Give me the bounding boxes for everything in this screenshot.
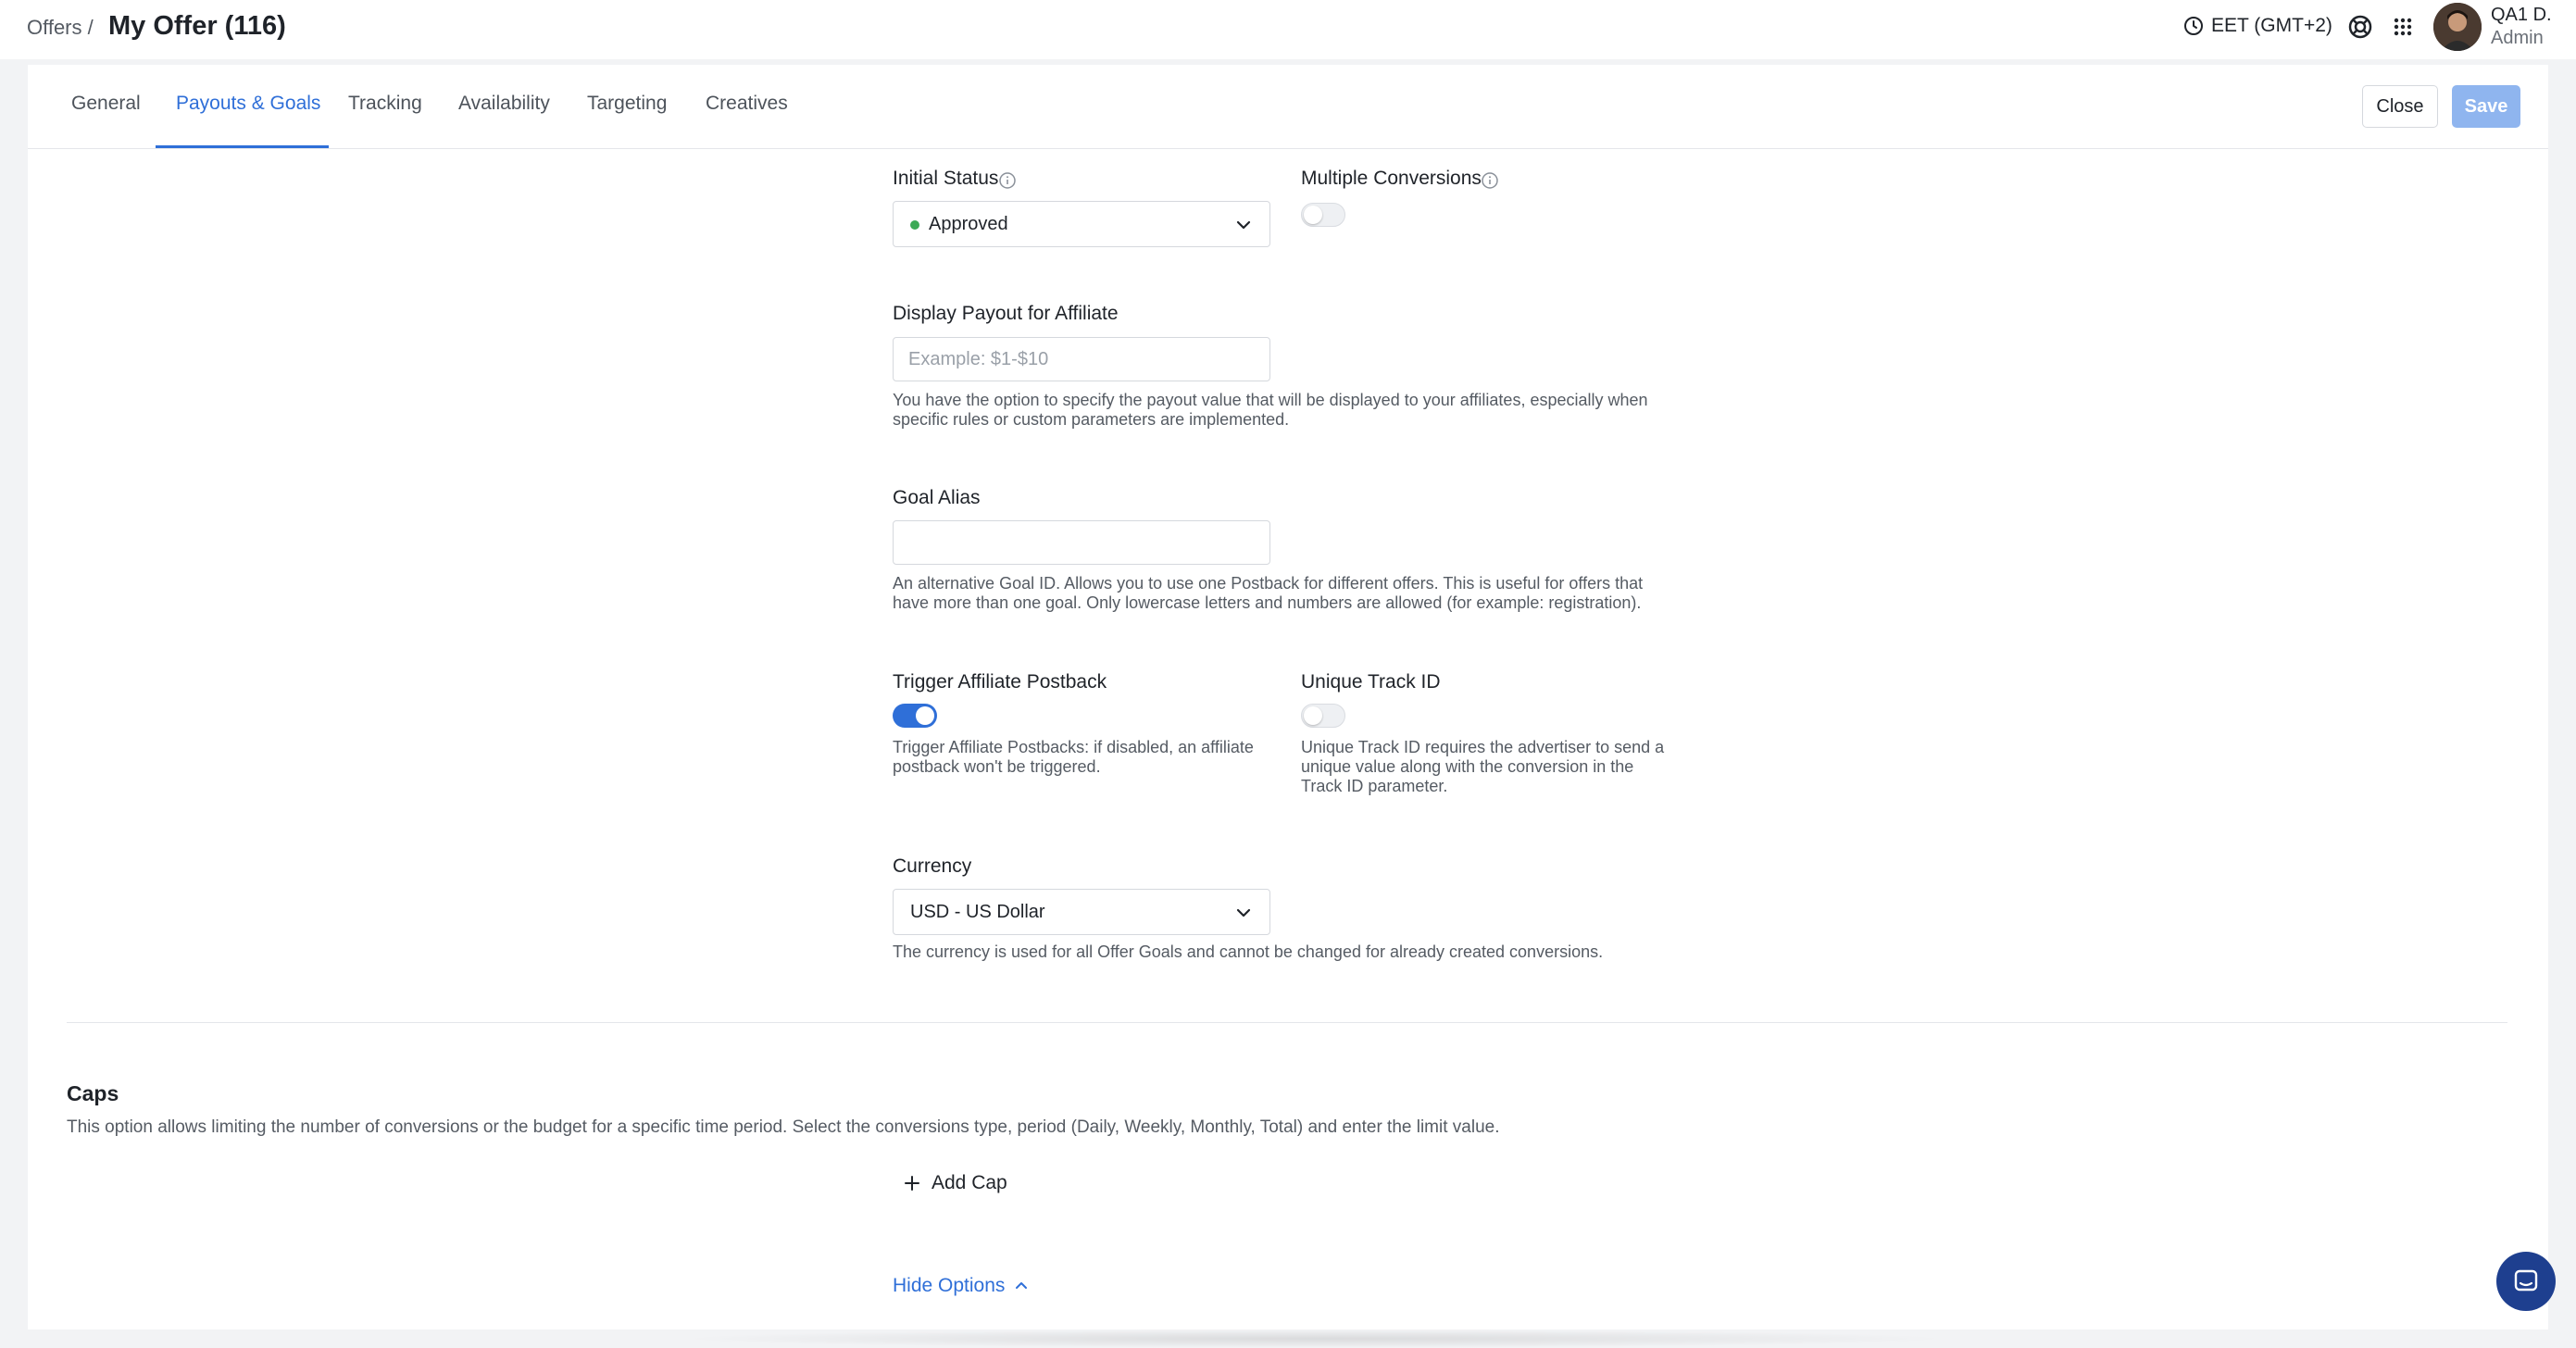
user-role: Admin (2491, 28, 2544, 48)
tab-payouts-goals[interactable]: Payouts & Goals (176, 93, 320, 115)
chevron-down-icon (1236, 220, 1251, 230)
sticky-footer-shadow (676, 1329, 1954, 1348)
add-cap-label: Add Cap (932, 1172, 1007, 1193)
timezone-selector[interactable]: EET (GMT+2) (2183, 15, 2332, 37)
clock-icon (2184, 17, 2203, 35)
info-icon[interactable] (1481, 171, 1499, 190)
currency-value: USD - US Dollar (910, 902, 1045, 922)
help-text-line: An alternative Goal ID. Allows you to us… (893, 574, 1644, 593)
toggle-knob (1304, 706, 1322, 725)
offer-edit-card: General Payouts & Goals Tracking Availab… (28, 65, 2548, 1348)
goal-alias-help: An alternative Goal ID. Allows you to us… (893, 574, 1643, 613)
avatar[interactable] (2433, 3, 2482, 51)
initial-status-select[interactable]: Approved (893, 201, 1270, 247)
status-dot-icon (910, 220, 919, 230)
active-tab-indicator (156, 145, 329, 148)
multiple-conversions-toggle[interactable] (1301, 203, 1345, 227)
display-payout-placeholder: Example: $1-$10 (908, 349, 1049, 369)
tab-availability[interactable]: Availability (458, 93, 550, 115)
display-payout-input[interactable]: Example: $1-$10 (893, 337, 1270, 381)
initial-status-label: Initial Status (893, 168, 999, 189)
tab-tracking[interactable]: Tracking (348, 93, 422, 115)
unique-track-id-label: Unique Track ID (1301, 671, 1441, 693)
tab-general[interactable]: General (71, 93, 141, 115)
display-payout-label: Display Payout for Affiliate (893, 303, 1119, 324)
save-button[interactable]: Save (2452, 85, 2520, 128)
user-name: QA1 D. (2491, 5, 2552, 25)
plus-icon (905, 1176, 919, 1191)
help-text-line: Unique Track ID requires the advertiser … (1301, 738, 1665, 756)
help-text-line: postback won't be triggered. (893, 757, 1101, 776)
info-icon[interactable] (998, 171, 1017, 190)
currency-label: Currency (893, 855, 972, 877)
tab-bar: General Payouts & Goals Tracking Availab… (28, 65, 2548, 149)
toggle-knob (916, 706, 934, 725)
top-bar: Offers / My Offer (116) EET (GMT+2) QA1 … (0, 0, 2576, 59)
caps-description: This option allows limiting the number o… (67, 1117, 1500, 1137)
timezone-label: EET (GMT+2) (2211, 15, 2332, 36)
tab-creatives[interactable]: Creatives (706, 93, 788, 115)
trigger-postback-label: Trigger Affiliate Postback (893, 671, 1107, 693)
chevron-down-icon (1236, 908, 1251, 917)
multiple-conversions-label: Multiple Conversions (1301, 168, 1482, 189)
unique-track-id-help: Unique Track ID requires the advertiser … (1301, 738, 1664, 796)
display-payout-help: You have the option to specify the payou… (893, 391, 1648, 430)
goal-alias-label: Goal Alias (893, 487, 981, 508)
chevron-up-icon (1016, 1282, 1028, 1289)
trigger-postback-help: Trigger Affiliate Postbacks: if disabled… (893, 738, 1254, 777)
hide-options-label: Hide Options (893, 1275, 1006, 1296)
toggle-knob (1304, 206, 1322, 224)
close-button[interactable]: Close (2362, 85, 2438, 128)
goal-alias-input[interactable] (893, 520, 1270, 565)
apps-grid-icon[interactable] (2389, 13, 2417, 41)
chat-icon (2514, 1269, 2538, 1292)
caps-title: Caps (67, 1081, 119, 1105)
help-text-line: specific rules or custom parameters are … (893, 410, 1290, 429)
section-divider (67, 1022, 2507, 1023)
trigger-postback-toggle[interactable] (893, 704, 937, 728)
unique-track-id-toggle[interactable] (1301, 704, 1345, 728)
help-lifebuoy-icon[interactable] (2346, 13, 2374, 41)
currency-help: The currency is used for all Offer Goals… (893, 942, 1604, 961)
hide-options-button[interactable]: Hide Options (893, 1275, 1029, 1297)
avatar-image (2433, 3, 2482, 51)
help-text-line: Track ID parameter. (1301, 777, 1448, 795)
initial-status-value: Approved (929, 214, 1008, 234)
help-text-line: Trigger Affiliate Postbacks: if disabled… (893, 738, 1254, 756)
help-text-line: You have the option to specify the payou… (893, 391, 1648, 409)
help-text-line: have more than one goal. Only lowercase … (893, 593, 1642, 612)
tab-targeting[interactable]: Targeting (587, 93, 667, 115)
chat-launcher-button[interactable] (2496, 1252, 2556, 1311)
help-text-line: unique value along with the conversion i… (1301, 757, 1634, 776)
breadcrumb-offers[interactable]: Offers / (27, 16, 94, 40)
currency-select[interactable]: USD - US Dollar (893, 889, 1270, 935)
add-cap-button[interactable]: Add Cap (904, 1172, 1007, 1194)
page-title: My Offer (116) (108, 11, 286, 41)
